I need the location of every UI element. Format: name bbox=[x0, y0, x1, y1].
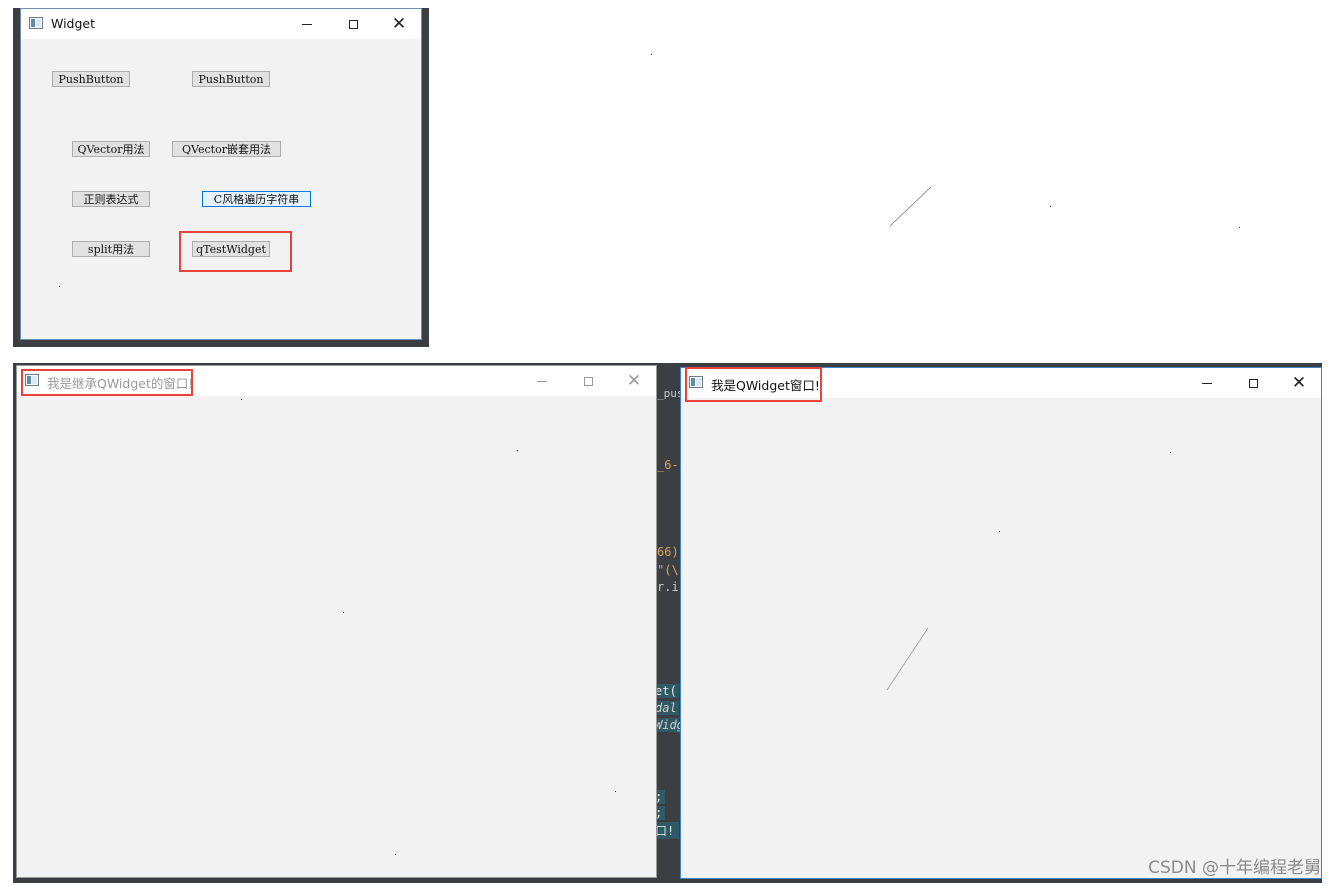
inherited-qwidget-window: 我是继承QWidget的窗口! ✕ bbox=[16, 365, 657, 878]
maximize-button[interactable] bbox=[565, 366, 611, 396]
qvector-nested-button[interactable]: QVector嵌套用法 bbox=[172, 141, 281, 157]
minimize-icon bbox=[1202, 382, 1212, 384]
minimize-button[interactable] bbox=[519, 366, 565, 396]
qtestwidget-button[interactable]: qTestWidget bbox=[192, 241, 270, 257]
title-bar[interactable]: 我是继承QWidget的窗口! ✕ bbox=[17, 366, 656, 396]
ide-code-fragment: dal bbox=[655, 701, 679, 715]
maximize-icon bbox=[1248, 378, 1258, 388]
ide-code-fragment: _6- bbox=[657, 458, 679, 472]
artifact-line bbox=[889, 186, 932, 227]
regex-button[interactable]: 正则表达式 bbox=[72, 191, 150, 207]
watermark-text: CSDN @十年编程老舅 bbox=[1148, 858, 1321, 878]
artifact-dot bbox=[1050, 206, 1051, 207]
close-icon: ✕ bbox=[1291, 372, 1307, 393]
pushbutton-1[interactable]: PushButton bbox=[52, 71, 130, 87]
artifact-dot bbox=[241, 399, 242, 400]
artifact-dot bbox=[59, 286, 60, 287]
close-button[interactable]: ✕ bbox=[1276, 368, 1322, 398]
ide-code-fragment: 66) bbox=[657, 545, 679, 559]
artifact-dot bbox=[1239, 227, 1240, 228]
maximize-button[interactable] bbox=[1230, 368, 1276, 398]
window-title: 我是QWidget窗口! bbox=[711, 378, 820, 393]
qvector-usage-button[interactable]: QVector用法 bbox=[72, 141, 150, 157]
close-icon: ✕ bbox=[626, 370, 642, 391]
ide-code-fragment: et( bbox=[655, 684, 679, 698]
title-bar[interactable]: Widget ✕ bbox=[21, 9, 421, 39]
artifact-dot bbox=[651, 54, 652, 55]
artifact-dot bbox=[615, 791, 616, 792]
title-bar[interactable]: 我是QWidget窗口! ✕ bbox=[681, 368, 1321, 398]
artifact-dot bbox=[343, 612, 344, 613]
artifact-dot bbox=[1170, 452, 1171, 453]
app-icon bbox=[25, 374, 39, 386]
split-usage-button[interactable]: split用法 bbox=[72, 241, 150, 257]
widget-window: Widget ✕ PushButton PushButton QVector用法… bbox=[20, 8, 422, 340]
ide-code-fragment: Widg bbox=[655, 718, 684, 732]
window-title: Widget bbox=[51, 16, 96, 31]
minimize-button[interactable] bbox=[284, 9, 330, 39]
artifact-dot bbox=[999, 531, 1000, 532]
artifact-dot bbox=[517, 450, 518, 451]
ide-code-fragment: r.i bbox=[657, 580, 679, 594]
maximize-icon bbox=[583, 376, 593, 386]
maximize-button[interactable] bbox=[330, 9, 376, 39]
close-icon: ✕ bbox=[391, 13, 407, 34]
app-icon bbox=[689, 376, 703, 388]
ide-code-fragment: "(\ bbox=[657, 563, 679, 577]
c-style-traverse-button[interactable]: C风格遍历字符串 bbox=[202, 191, 311, 207]
close-button[interactable]: ✕ bbox=[376, 9, 422, 39]
close-button[interactable]: ✕ bbox=[611, 366, 657, 396]
app-icon bbox=[29, 17, 43, 29]
minimize-button[interactable] bbox=[1184, 368, 1230, 398]
minimize-icon bbox=[302, 23, 312, 25]
pushbutton-2[interactable]: PushButton bbox=[192, 71, 270, 87]
window-title: 我是继承QWidget的窗口! bbox=[47, 376, 194, 391]
maximize-icon bbox=[348, 19, 358, 29]
minimize-icon bbox=[537, 380, 547, 382]
artifact-line bbox=[886, 627, 929, 691]
artifact-dot bbox=[395, 854, 396, 855]
qwidget-window: 我是QWidget窗口! ✕ bbox=[680, 367, 1322, 879]
ide-code-fragment: 口! bbox=[655, 822, 679, 839]
